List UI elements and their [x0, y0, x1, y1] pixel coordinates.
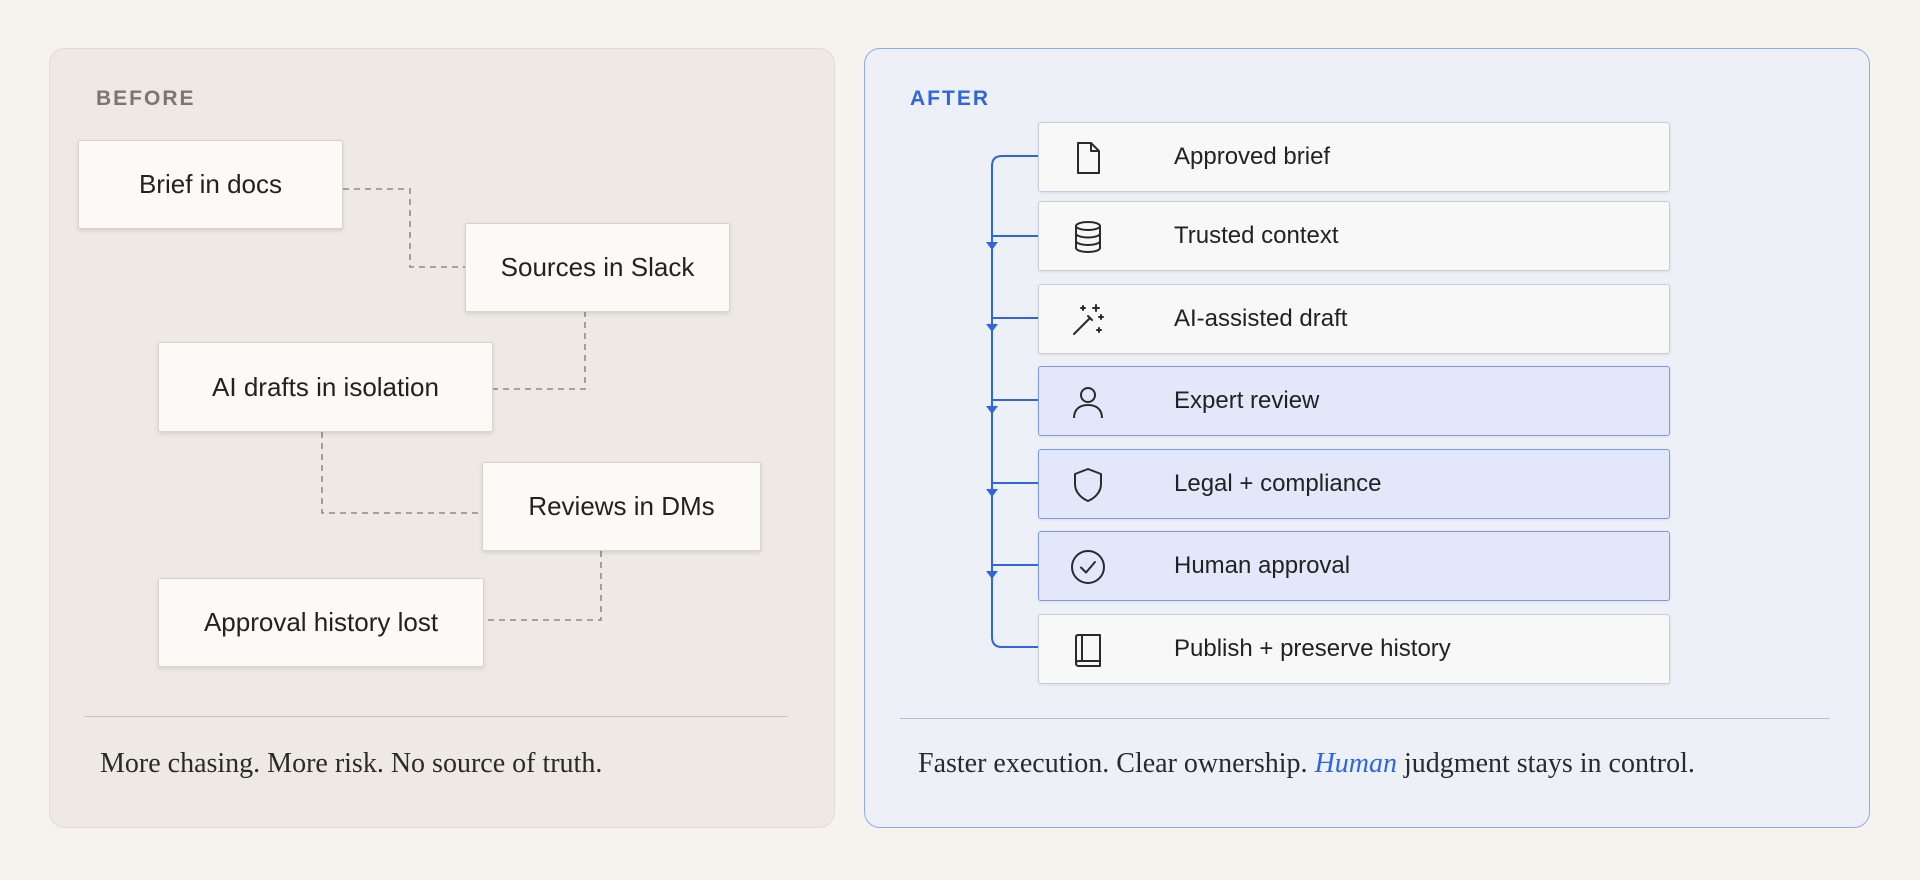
step-label: Legal + compliance — [1174, 470, 1382, 497]
before-divider — [84, 716, 788, 717]
before-box-reviews: Reviews in DMs — [482, 462, 761, 551]
person-icon — [1069, 383, 1107, 421]
after-caption-suffix: judgment stays in control. — [1397, 748, 1695, 779]
step-label: Trusted context — [1174, 222, 1339, 249]
step-label: Publish + preserve history — [1174, 635, 1451, 662]
after-label: AFTER — [910, 87, 990, 110]
shield-icon — [1069, 466, 1107, 504]
after-divider — [900, 718, 1830, 719]
before-box-approval: Approval history lost — [158, 578, 484, 667]
before-box-sources: Sources in Slack — [465, 223, 730, 312]
check-circle-icon — [1069, 548, 1107, 586]
book-icon — [1069, 631, 1107, 669]
step-human-approval: Human approval — [1038, 531, 1670, 601]
step-label: Expert review — [1174, 387, 1320, 414]
step-label: Human approval — [1174, 552, 1351, 579]
step-publish-history: Publish + preserve history — [1038, 614, 1670, 684]
before-caption: More chasing. More risk. No source of tr… — [100, 748, 603, 779]
page-title-cropped — [0, 0, 1920, 31]
step-legal-compliance: Legal + compliance — [1038, 449, 1670, 519]
after-caption-prefix: Faster execution. Clear ownership. — [918, 748, 1315, 779]
document-icon — [1069, 139, 1107, 177]
after-caption-emphasis: Human — [1314, 748, 1398, 779]
magic-wand-icon — [1069, 301, 1107, 339]
step-trusted-context: Trusted context — [1038, 201, 1670, 271]
after-caption: Faster execution. Clear ownership. Human… — [918, 748, 1695, 780]
step-approved-brief: Approved brief — [1038, 122, 1670, 192]
step-expert-review: Expert review — [1038, 366, 1670, 436]
database-icon — [1069, 218, 1107, 256]
before-box-ai-drafts: AI drafts in isolation — [158, 342, 493, 432]
step-ai-assisted-draft: AI-assisted draft — [1038, 284, 1670, 354]
before-label: BEFORE — [96, 87, 196, 110]
before-box-brief: Brief in docs — [78, 140, 343, 229]
step-label: AI-assisted draft — [1174, 305, 1348, 332]
step-label: Approved brief — [1174, 143, 1331, 170]
